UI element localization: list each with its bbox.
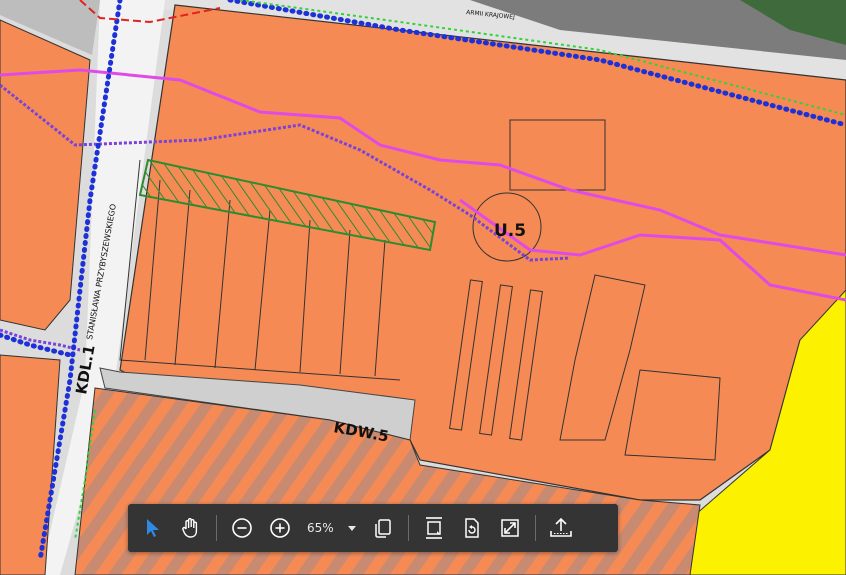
share-export-icon [549,517,572,537]
fit-width-button[interactable] [415,509,453,547]
fullscreen-icon [500,519,519,537]
page-copy-button[interactable] [364,509,402,547]
zoom-out-button[interactable] [223,509,261,547]
fit-width-icon [425,517,442,539]
share-export-button[interactable] [542,509,580,547]
zoom-out-icon [232,518,252,538]
hand-pan-icon [182,518,198,538]
cursor-arrow-icon [147,519,159,537]
viewer-toolbar: 65% [128,504,618,552]
toolbar-divider [407,515,409,541]
toolbar-divider [216,515,217,541]
chevron-down-icon [347,525,356,531]
zoom-level-dropdown[interactable]: 65% [299,509,364,547]
label-u-5: U.5 [494,221,526,241]
select-tool-button[interactable] [134,509,172,547]
rotate-page-icon [464,518,479,538]
map-canvas[interactable]: ARMII KRAJOWEJ STANISŁAWA PRZYBYSZEWSKIE… [0,0,846,575]
zoom-in-button[interactable] [261,509,299,547]
rotate-page-button[interactable] [453,509,491,547]
hand-tool-button[interactable] [172,509,210,547]
fullscreen-button[interactable] [491,509,529,547]
zoom-level-value: 65% [307,521,334,535]
page-copy-icon [374,519,391,538]
zoom-in-icon [270,518,290,538]
toolbar-divider [534,515,536,541]
